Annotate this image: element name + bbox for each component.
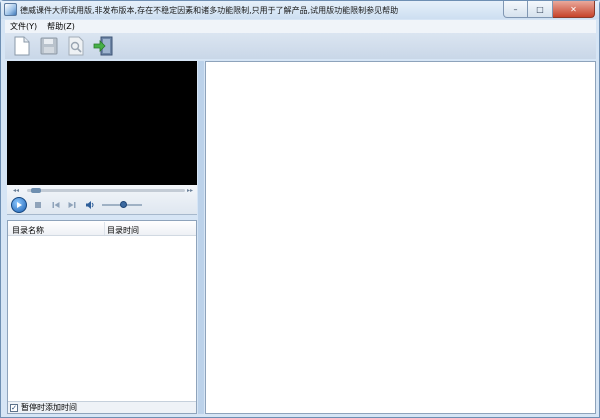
menu-file[interactable]: 文件(Y) xyxy=(5,21,42,32)
maximize-button[interactable]: □ xyxy=(528,1,553,18)
save-button[interactable] xyxy=(38,35,60,57)
volume-icon[interactable] xyxy=(85,200,95,210)
volume-thumb[interactable] xyxy=(120,201,127,208)
main-content-area[interactable] xyxy=(205,61,596,414)
menu-help[interactable]: 帮助(Z) xyxy=(42,21,80,32)
close-button[interactable]: ✕ xyxy=(553,1,595,18)
preview-button[interactable] xyxy=(65,35,87,57)
column-divider[interactable] xyxy=(104,222,105,235)
stop-icon[interactable] xyxy=(33,200,43,210)
play-icon xyxy=(17,202,22,208)
exit-button[interactable] xyxy=(92,35,114,57)
previous-icon[interactable] xyxy=(51,200,61,210)
toolbar xyxy=(5,33,596,59)
add-time-on-pause-checkbox[interactable]: ✓ xyxy=(10,403,18,412)
save-icon xyxy=(40,37,58,55)
app-icon xyxy=(4,3,17,16)
seek-thumb[interactable] xyxy=(31,188,41,193)
player-controls: ◂◂ ▸▸ xyxy=(7,185,197,215)
video-display[interactable] xyxy=(7,61,197,185)
column-directory-name[interactable]: 目录名称 xyxy=(12,225,44,236)
add-time-on-pause-label: 暂停时添加时间 xyxy=(21,403,77,412)
menu-bar: 文件(Y) 帮助(Z) xyxy=(5,20,596,33)
list-footer: ✓ 暂停时添加时间 xyxy=(8,401,196,413)
app-window: 德威课件大师试用版,非发布版本,存在不稳定因素和诸多功能限制,只用于了解产品,试… xyxy=(0,0,600,418)
exit-icon xyxy=(93,36,113,56)
window-title: 德威课件大师试用版,非发布版本,存在不稳定因素和诸多功能限制,只用于了解产品,试… xyxy=(20,6,399,15)
title-bar: 德威课件大师试用版,非发布版本,存在不稳定因素和诸多功能限制,只用于了解产品,试… xyxy=(1,1,599,19)
list-header: 目录名称 目录时间 xyxy=(8,221,196,236)
new-button[interactable] xyxy=(11,35,33,57)
play-button[interactable] xyxy=(11,197,27,213)
new-file-icon xyxy=(14,36,30,56)
next-icon[interactable] xyxy=(67,200,77,210)
directory-list: 目录名称 目录时间 ✓ 暂停时添加时间 xyxy=(7,220,197,414)
panel-splitter[interactable] xyxy=(198,61,204,414)
minimize-button[interactable]: – xyxy=(503,1,528,18)
window-controls: – □ ✕ xyxy=(503,1,595,18)
column-directory-time[interactable]: 目录时间 xyxy=(107,225,139,236)
preview-icon xyxy=(68,36,84,56)
seek-bar[interactable] xyxy=(27,189,185,192)
seek-back-icon[interactable]: ◂◂ xyxy=(13,187,19,194)
seek-forward-icon[interactable]: ▸▸ xyxy=(187,187,193,194)
